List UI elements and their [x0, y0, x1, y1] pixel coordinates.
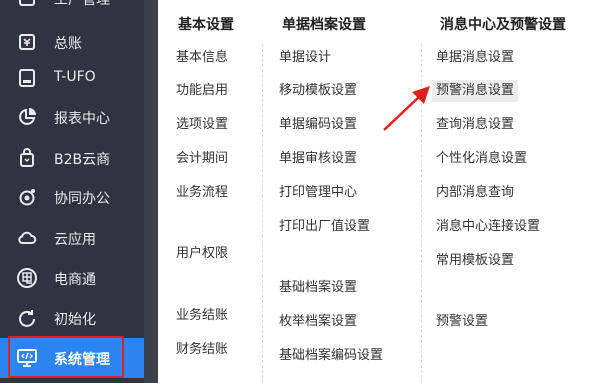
menu-link-finance-closing[interactable]: 财务结账 [172, 339, 232, 361]
sidebar-item-b2b[interactable]: B2B云商 [0, 138, 144, 178]
menu-link-basic-info[interactable]: 基本信息 [172, 47, 232, 69]
column-header-document-archive-settings: 单据档案设置 [282, 17, 366, 33]
annotation-highlight-box [8, 336, 124, 378]
menu-link-base-archive-numbering[interactable]: 基础档案编码设置 [275, 345, 387, 367]
cloud-icon [16, 227, 38, 249]
column-header-basic-settings: 基本设置 [178, 17, 234, 33]
sidebar-item-cloud-apps[interactable]: 云应用 [0, 218, 144, 258]
ecommerce-icon [16, 267, 38, 289]
sidebar-item-ecommerce[interactable]: 电商通 [0, 258, 144, 298]
menu-link-document-numbering[interactable]: 单据编码设置 [275, 114, 361, 136]
pie-chart-icon [16, 106, 38, 128]
menu-link-message-center-connection[interactable]: 消息中心连接设置 [432, 216, 544, 238]
menu-link-user-permissions[interactable]: 用户权限 [172, 243, 232, 265]
sidebar-item-label: 工厂管理 [54, 0, 110, 8]
sidebar-item-report-center[interactable]: 报表中心 [0, 97, 144, 137]
menu-link-print-center[interactable]: 打印管理中心 [275, 182, 361, 204]
sidebar-item-label: 协同办公 [54, 191, 110, 207]
sidebar-item-label: B2B云商 [54, 152, 111, 168]
menu-link-options[interactable]: 选项设置 [172, 114, 232, 136]
menu-link-document-approval[interactable]: 单据审核设置 [275, 148, 361, 170]
column-divider [262, 44, 263, 383]
sidebar-item-t-ufo[interactable]: T-UFO [0, 58, 144, 98]
menu-link-accounting-period[interactable]: 会计期间 [172, 148, 232, 170]
menu-link-internal-message-query[interactable]: 内部消息查询 [432, 182, 518, 204]
sidebar-item-factory[interactable]: 工厂管理 [0, 0, 144, 18]
menu-link-feature-enable[interactable]: 功能启用 [172, 80, 232, 102]
sidebar-item-collaboration[interactable]: 协同办公 [0, 177, 144, 217]
menu-link-business-process[interactable]: 业务流程 [172, 182, 232, 204]
ufo-icon [16, 67, 38, 89]
sidebar-item-label: 总账 [54, 36, 82, 52]
sidebar-item-initialize[interactable]: 初始化 [0, 298, 144, 338]
annotation-arrow-icon [383, 86, 430, 131]
menu-link-enum-archive[interactable]: 枚举档案设置 [275, 311, 361, 333]
menu-link-mobile-template[interactable]: 移动模板设置 [275, 80, 361, 102]
menu-link-document-design[interactable]: 单据设计 [275, 47, 335, 69]
menu-link-common-templates[interactable]: 常用模板设置 [432, 250, 518, 272]
shopping-bag-icon [16, 147, 38, 169]
menu-link-personalized-messages[interactable]: 个性化消息设置 [432, 148, 531, 170]
collaboration-icon [16, 186, 38, 208]
sidebar-item-label: 报表中心 [54, 111, 110, 127]
sidebar-item-label: 电商通 [54, 272, 96, 288]
refresh-icon [16, 307, 38, 329]
panel-shadow-gap [144, 0, 158, 383]
sidebar-item-label: 云应用 [54, 232, 96, 248]
menu-link-print-factory-defaults[interactable]: 打印出厂值设置 [275, 216, 374, 238]
menu-link-alert-settings[interactable]: 预警设置 [432, 311, 492, 333]
sidebar-item-general-ledger[interactable]: 总账 [0, 22, 144, 62]
menu-link-business-closing[interactable]: 业务结账 [172, 305, 232, 327]
sidebar-item-label: 初始化 [54, 312, 96, 328]
column-header-message-center-alerts: 消息中心及预警设置 [440, 17, 566, 33]
menu-link-base-archive[interactable]: 基础档案设置 [275, 277, 361, 299]
system-management-menu-panel: 基本设置 基本信息 功能启用 选项设置 会计期间 业务流程 用户权限 业务结账 … [158, 0, 602, 383]
menu-link-alert-messages[interactable]: 预警消息设置 [432, 80, 519, 102]
building-icon [16, 0, 38, 9]
sidebar: 工厂管理 总账 T-UFO 报表中心 B2B云商 协同办公 云应用 电商通 初始… [0, 0, 144, 383]
menu-link-query-messages[interactable]: 查询消息设置 [432, 114, 518, 136]
ledger-icon [16, 31, 38, 53]
sidebar-item-label: T-UFO [54, 69, 96, 85]
menu-link-document-messages[interactable]: 单据消息设置 [432, 47, 518, 69]
